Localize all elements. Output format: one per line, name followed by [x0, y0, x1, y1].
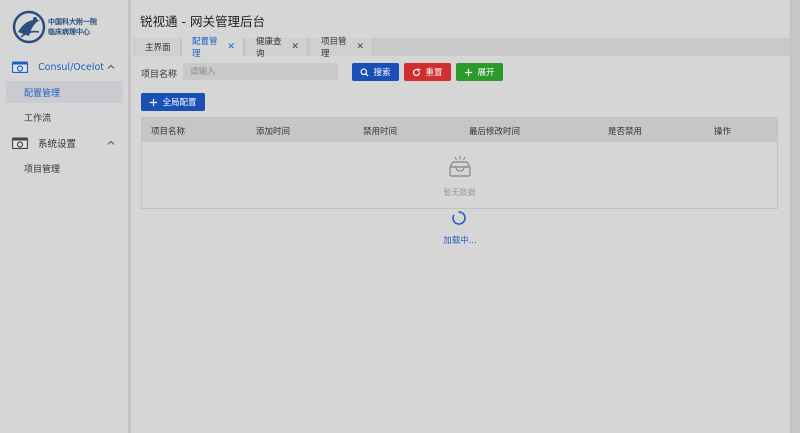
sidebar-divider: [128, 0, 131, 433]
close-icon[interactable]: ✕: [291, 42, 299, 52]
refresh-icon: [413, 67, 422, 76]
column-header-project-name[interactable]: 项目名称: [151, 125, 185, 137]
column-header-last-modified[interactable]: 最后修改时间: [469, 125, 520, 137]
empty-inbox-icon: [449, 156, 471, 177]
project-name-input[interactable]: [183, 63, 338, 80]
loading-text: 加载中...: [443, 236, 477, 246]
expand-button-label: 展开: [477, 68, 495, 78]
global-config-button-label: 全局配置: [162, 98, 197, 108]
column-header-added-time[interactable]: 添加时间: [256, 125, 290, 137]
column-header-disabled-time[interactable]: 禁用时间: [363, 125, 397, 137]
menu-group-label: 系统设置: [38, 139, 77, 150]
tab-label: 项目管理: [321, 37, 347, 59]
tab-home[interactable]: 主界面: [135, 38, 181, 56]
plus-icon: [150, 98, 158, 106]
sidebar-item-project-management[interactable]: 项目管理: [6, 157, 123, 179]
tab-health-query[interactable]: 健康查询 ✕: [246, 37, 308, 59]
logo: 中国科大附一院 临床病理中心: [12, 8, 122, 46]
table-header: 项目名称 添加时间 禁用时间 最后修改时间 是否禁用 操作: [142, 118, 777, 142]
tab-config-management[interactable]: 配置管理 ✕: [182, 37, 244, 59]
camera-icon: [12, 61, 28, 73]
menu-group-system-settings[interactable]: 系统设置: [0, 131, 128, 155]
chevron-up-icon[interactable]: [106, 138, 116, 148]
camera-icon: [12, 137, 28, 149]
reset-button-label: 重置: [425, 68, 443, 78]
loading-spinner-icon: [452, 211, 466, 225]
menu-group-consul-ocelot[interactable]: Consul/Ocelot: [0, 55, 128, 79]
tab-project-management[interactable]: 项目管理 ✕: [311, 37, 373, 59]
close-icon[interactable]: ✕: [227, 42, 235, 52]
config-table: 项目名称 添加时间 禁用时间 最后修改时间 是否禁用 操作 暂无数据: [141, 117, 778, 209]
chevron-up-icon[interactable]: [106, 62, 116, 72]
sidebar: 中国科大附一院 临床病理中心 Consul/Ocelot 配置管理 工作流 系统…: [0, 0, 128, 433]
expand-button[interactable]: 展开: [456, 63, 503, 81]
close-icon[interactable]: ✕: [356, 42, 364, 52]
column-header-actions[interactable]: 操作: [714, 125, 731, 137]
right-scrollbar[interactable]: [790, 0, 800, 433]
project-name-label: 项目名称: [141, 70, 178, 80]
logo-text: 中国科大附一院 临床病理中心: [48, 17, 97, 37]
logo-line2: 临床病理中心: [48, 27, 90, 36]
app-title: 锐视通 - 网关管理后台: [140, 14, 265, 29]
logo-line1: 中国科大附一院: [48, 17, 97, 26]
tab-label: 配置管理: [192, 37, 218, 59]
tab-label: 主界面: [145, 43, 171, 53]
column-header-is-disabled[interactable]: 是否禁用: [608, 125, 642, 137]
global-config-button[interactable]: 全局配置: [141, 93, 205, 111]
sidebar-item-workflow[interactable]: 工作流: [6, 106, 123, 128]
empty-state-text: 暂无数据: [443, 188, 476, 197]
plus-icon: [465, 68, 473, 76]
sidebar-item-config-management[interactable]: 配置管理: [6, 81, 123, 103]
reset-button[interactable]: 重置: [404, 63, 451, 81]
search-icon: [360, 67, 369, 77]
search-button[interactable]: 搜索: [352, 63, 399, 81]
tab-label: 健康查询: [256, 37, 282, 59]
logo-emblem-icon: [12, 10, 46, 44]
menu-group-label: Consul/Ocelot: [38, 61, 104, 73]
search-button-label: 搜索: [373, 68, 391, 78]
